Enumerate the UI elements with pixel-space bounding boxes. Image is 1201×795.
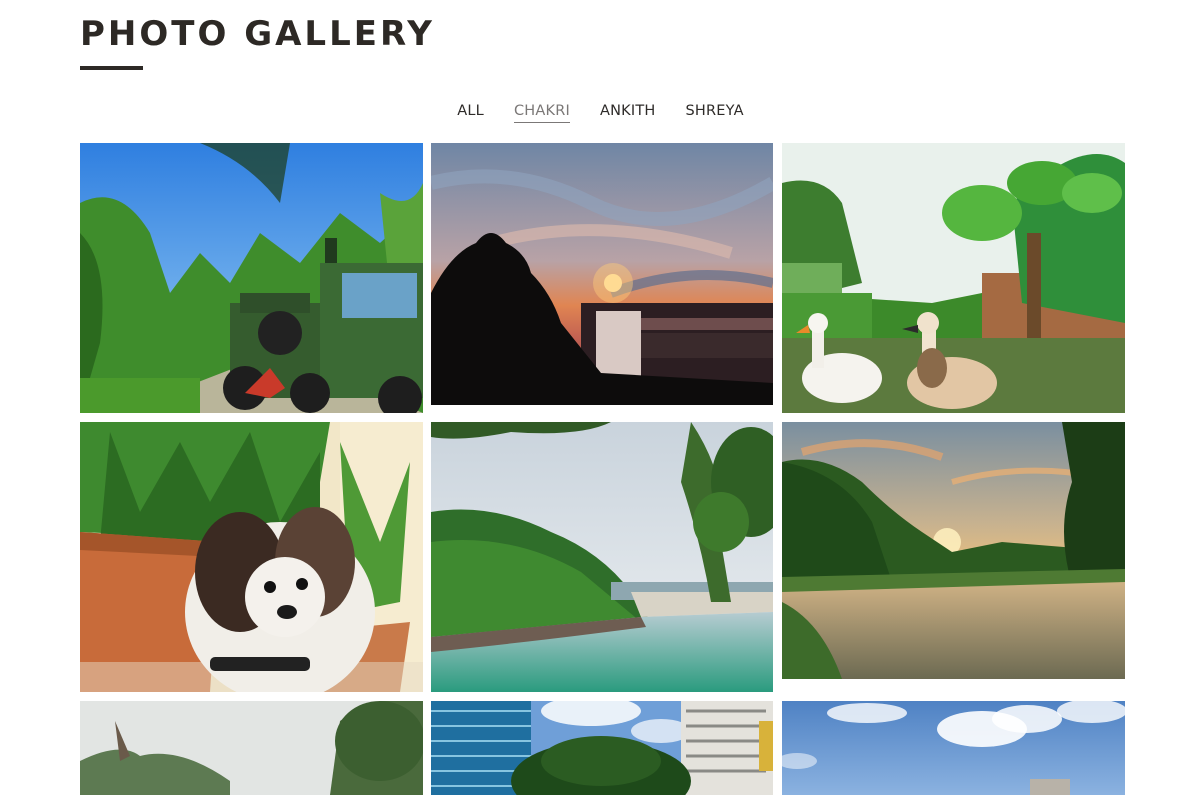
gallery-photo-army-truck[interactable] xyxy=(80,143,423,413)
gallery-photo-geese-garden[interactable] xyxy=(782,143,1125,413)
photo-grid xyxy=(80,143,1125,795)
gallery-photo-puppy[interactable] xyxy=(80,422,423,692)
filter-ankith[interactable]: ANKITH xyxy=(600,102,656,123)
page-title: PHOTO GALLERY xyxy=(80,14,435,54)
gallery-photo-blue-sky[interactable] xyxy=(782,701,1125,795)
gallery-photo-city-towers[interactable] xyxy=(431,701,773,795)
gallery-photo-sunset-pond[interactable] xyxy=(782,422,1125,679)
gallery-photo-river-gorge[interactable] xyxy=(431,422,773,692)
gallery-photo-hills-trees[interactable] xyxy=(80,701,423,795)
filter-shreya[interactable]: SHREYA xyxy=(686,102,744,123)
title-underline xyxy=(80,66,143,70)
filter-chakri[interactable]: CHAKRI xyxy=(513,102,570,123)
gallery-filter-bar: ALL CHAKRI ANKITH SHREYA xyxy=(0,102,1201,123)
gallery-photo-sunset-building[interactable] xyxy=(431,143,773,405)
filter-all[interactable]: ALL xyxy=(457,102,484,123)
